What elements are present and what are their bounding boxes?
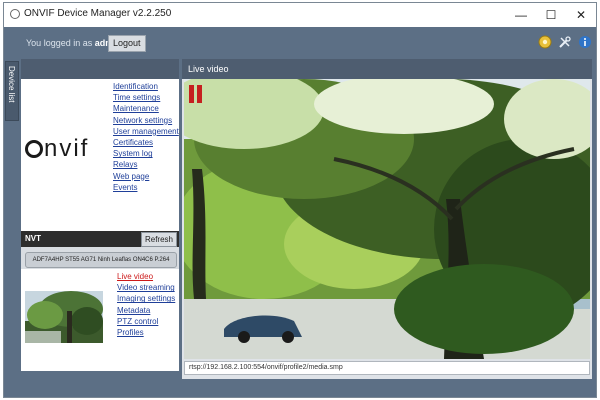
video-frame xyxy=(184,79,590,359)
onvif-logo-text: nvif xyxy=(44,135,90,162)
info-icon[interactable] xyxy=(578,35,592,49)
app-icon xyxy=(10,9,20,19)
device-list-tab[interactable]: Device list xyxy=(5,61,19,121)
link-ptz-control[interactable]: PTZ control xyxy=(117,316,177,327)
device-type-label: NVT xyxy=(25,234,41,243)
logout-button[interactable]: Logout xyxy=(108,35,146,52)
minimize-button[interactable]: — xyxy=(506,3,536,27)
live-video-title: Live video xyxy=(188,64,229,74)
live-video-panel: Live video rtsp://192.168.2.100:554/onvi… xyxy=(182,59,592,379)
link-web-page[interactable]: Web page xyxy=(113,171,179,182)
close-button[interactable]: ✕ xyxy=(566,3,596,27)
left-panel-header xyxy=(21,59,179,79)
title-bar: ONVIF Device Manager v2.2.250 — ☐ ✕ xyxy=(4,3,596,27)
app-window: ONVIF Device Manager v2.2.250 — ☐ ✕ You … xyxy=(3,2,597,398)
pause-icon[interactable] xyxy=(189,85,203,103)
tools-icon[interactable] xyxy=(558,35,572,49)
settings-icon[interactable] xyxy=(538,35,552,49)
stream-url-field[interactable]: rtsp://192.168.2.100:554/onvif/profile2/… xyxy=(184,361,590,375)
device-settings-menu: Identification Time settings Maintenance… xyxy=(113,81,179,193)
link-video-streaming[interactable]: Video streaming xyxy=(117,282,177,293)
device-list-item[interactable]: ADF7A4HP ST55 AG71 Ninh Leaflas ON4C6 P.… xyxy=(25,252,177,268)
link-events[interactable]: Events xyxy=(113,182,179,193)
login-status: You logged in as admin xyxy=(26,38,121,48)
live-video-header: Live video xyxy=(182,59,592,79)
device-list-tab-label: Device list xyxy=(7,66,16,103)
link-identification[interactable]: Identification xyxy=(113,81,179,92)
device-identity-panel: nvif Identification Time settings Mainte… xyxy=(21,79,179,231)
link-time-settings[interactable]: Time settings xyxy=(113,92,179,103)
window-title: ONVIF Device Manager v2.2.250 xyxy=(24,8,172,19)
live-video-view[interactable] xyxy=(184,79,590,359)
link-relays[interactable]: Relays xyxy=(113,159,179,170)
link-live-video[interactable]: Live video xyxy=(117,271,177,282)
link-maintenance[interactable]: Maintenance xyxy=(113,103,179,114)
link-metadata[interactable]: Metadata xyxy=(117,305,177,316)
device-bar: NVT Refresh xyxy=(21,231,179,247)
video-thumbnail[interactable] xyxy=(25,291,103,343)
link-profiles[interactable]: Profiles xyxy=(117,327,177,338)
onvif-logo: nvif xyxy=(25,135,89,163)
link-network-settings[interactable]: Network settings xyxy=(113,115,179,126)
top-toolbar: You logged in as admin Logout xyxy=(4,27,596,57)
link-user-management[interactable]: User management xyxy=(113,126,179,137)
link-imaging-settings[interactable]: Imaging settings xyxy=(117,293,177,304)
device-feature-menu: Live video Video streaming Imaging setti… xyxy=(117,271,177,338)
maximize-button[interactable]: ☐ xyxy=(536,3,566,27)
login-prefix: You logged in as xyxy=(26,38,93,48)
refresh-button[interactable]: Refresh xyxy=(140,232,177,247)
link-system-log[interactable]: System log xyxy=(113,148,179,159)
device-detail-panel: Live video Video streaming Imaging setti… xyxy=(21,269,179,371)
link-certificates[interactable]: Certificates xyxy=(113,137,179,148)
left-panel: nvif Identification Time settings Mainte… xyxy=(21,59,179,371)
